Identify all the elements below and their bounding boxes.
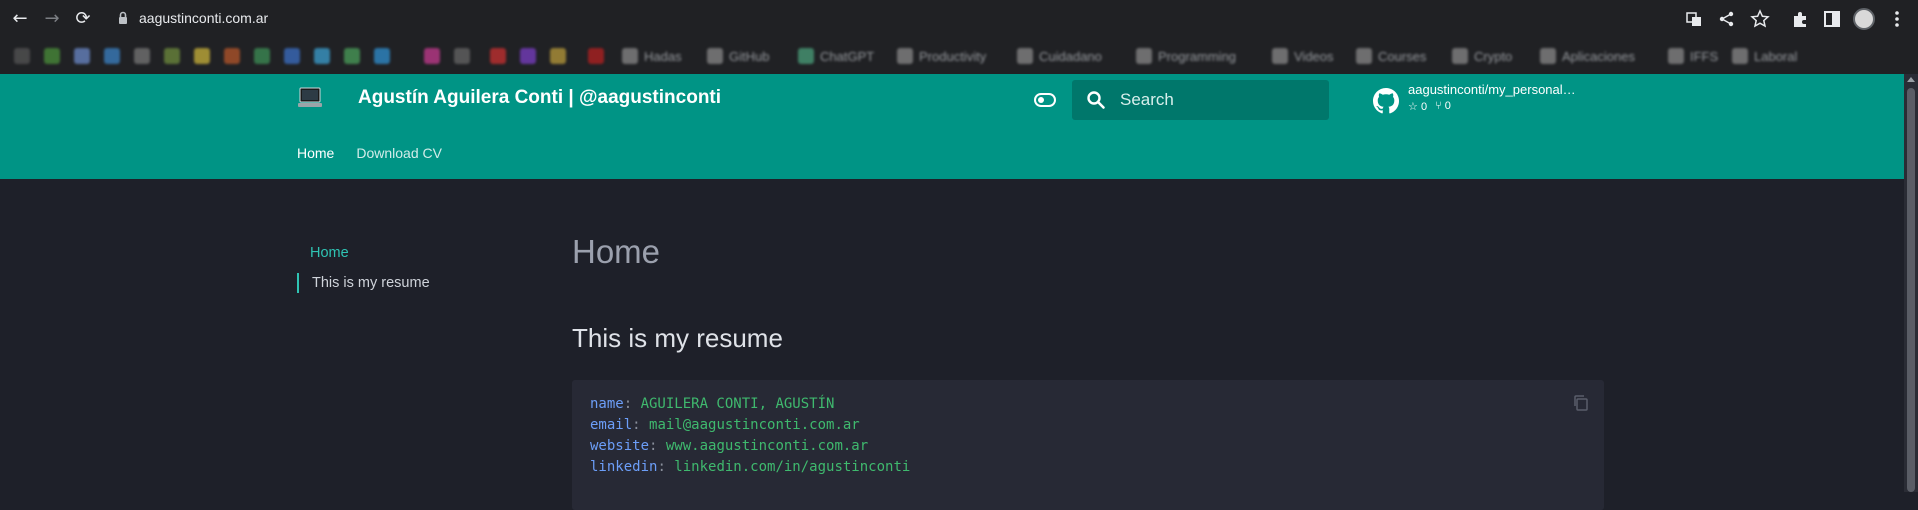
menu-icon[interactable] <box>1886 8 1908 30</box>
bookmark-icon[interactable] <box>14 47 30 65</box>
toc-item-home[interactable]: Home <box>297 238 430 268</box>
site-header: Agustín Aguilera Conti | @aagustinconti … <box>0 74 1904 179</box>
star-icon[interactable] <box>1749 8 1771 30</box>
bookmark-icon[interactable] <box>194 47 210 65</box>
bookmark-folder[interactable]: Productivity <box>897 47 986 65</box>
tab-download-cv[interactable]: Download CV <box>356 145 442 161</box>
avatar[interactable] <box>1853 8 1875 30</box>
table-of-contents: Home This is my resume <box>297 238 430 293</box>
scroll-thumb[interactable] <box>1907 88 1915 492</box>
browser-toolbar: ← → ⟳ aagustinconti.com.ar <box>0 0 1918 38</box>
code-value: www.aagustinconti.com.ar <box>665 438 869 454</box>
bookmark-icon[interactable] <box>224 47 240 65</box>
code-line: name: AGUILERA CONTI, AGUSTÍN <box>590 396 835 412</box>
star-icon: ☆ <box>1408 101 1418 113</box>
code-value: linkedin.com/in/agustinconti <box>674 459 911 475</box>
code-value: AGUILERA CONTI, AGUSTÍN <box>640 396 835 412</box>
scrollbar[interactable] <box>1904 74 1918 492</box>
forward-button[interactable]: → <box>40 7 64 31</box>
bookmark-icon[interactable] <box>550 47 566 65</box>
bookmark-folder[interactable]: GitHub <box>707 47 769 65</box>
bookmark-folder[interactable]: Crypto <box>1452 47 1512 65</box>
search-icon <box>1087 91 1105 109</box>
bookmark-icon[interactable] <box>520 47 536 65</box>
bookmark-icon[interactable] <box>314 47 330 65</box>
code-key: name <box>590 396 624 412</box>
laptop-icon[interactable] <box>297 85 323 111</box>
bookmark-icon[interactable] <box>344 47 360 65</box>
stars-count: ☆ 0 <box>1408 100 1427 113</box>
bookmark-icon[interactable] <box>134 47 150 65</box>
bookmark-icon[interactable] <box>490 47 506 65</box>
bookmark-icon[interactable] <box>164 47 180 65</box>
address-bar[interactable]: aagustinconti.com.ar <box>139 10 268 26</box>
code-line: website: www.aagustinconti.com.ar <box>590 438 869 454</box>
translate-icon[interactable] <box>1683 8 1705 30</box>
fork-icon: ⑂ <box>1435 100 1442 112</box>
bookmark-icon[interactable] <box>284 47 300 65</box>
code-block: name: AGUILERA CONTI, AGUSTÍN email: mai… <box>572 380 1604 510</box>
bookmark-folder[interactable]: Cuidadano <box>1017 47 1102 65</box>
bookmark-folder[interactable]: IFFS <box>1668 47 1718 65</box>
theme-toggle[interactable] <box>1034 93 1056 107</box>
toc-item-resume[interactable]: This is my resume <box>297 273 430 293</box>
bookmark-icon[interactable] <box>74 47 90 65</box>
bookmark-icon[interactable] <box>424 47 440 65</box>
reload-button[interactable]: ⟳ <box>71 7 95 31</box>
code-line: email: mail@aagustinconti.com.ar <box>590 417 860 433</box>
bookmark-folder[interactable]: Aplicaciones <box>1540 47 1635 65</box>
bookmark-icon[interactable] <box>374 47 390 65</box>
bookmark-icon[interactable] <box>588 47 604 65</box>
tab-home[interactable]: Home <box>297 145 334 161</box>
share-icon[interactable] <box>1716 8 1738 30</box>
sidepanel-icon[interactable] <box>1821 8 1843 30</box>
extensions-icon[interactable] <box>1789 8 1811 30</box>
bookmark-folder[interactable]: Laboral <box>1732 47 1797 65</box>
bookmark-folder[interactable]: Videos <box>1272 47 1334 65</box>
repo-name: aagustinconti/my_personal… <box>1408 82 1576 97</box>
code-line: linkedin: linkedin.com/in/agustinconti <box>590 459 911 475</box>
lock-icon[interactable] <box>118 11 128 25</box>
site-title[interactable]: Agustín Aguilera Conti | @aagustinconti <box>358 87 721 109</box>
bookmark-icon[interactable] <box>454 47 470 65</box>
copy-icon[interactable] <box>1572 394 1590 412</box>
repo-stats: ☆ 0 ⑂ 0 <box>1408 100 1451 113</box>
nav-tabs: Home Download CV <box>297 145 442 161</box>
stars-value: 0 <box>1420 101 1428 113</box>
bookmark-folder[interactable]: Hadas <box>622 47 682 65</box>
bookmark-folder[interactable]: Programming <box>1136 47 1236 65</box>
forks-count: ⑂ 0 <box>1435 100 1451 113</box>
forks-value: 0 <box>1444 100 1451 112</box>
page-title: Home <box>572 233 661 270</box>
code-key: email <box>590 417 633 433</box>
search-input[interactable] <box>1120 89 1320 111</box>
code-value: mail@aagustinconti.com.ar <box>649 417 860 433</box>
section-heading: This is my resume <box>572 323 783 353</box>
back-button[interactable]: ← <box>8 7 32 31</box>
bookmark-folder[interactable]: ChatGPT <box>798 47 874 65</box>
bookmark-icon[interactable] <box>44 47 60 65</box>
code-key: website <box>590 438 650 454</box>
code-key: linkedin <box>590 459 658 475</box>
bookmark-icon[interactable] <box>254 47 270 65</box>
bookmarks-bar: Hadas GitHub ChatGPT Productivity Cuidad… <box>0 38 1918 74</box>
search-box[interactable] <box>1072 80 1329 120</box>
scroll-up-arrow[interactable] <box>1907 77 1915 82</box>
github-icon <box>1373 88 1399 114</box>
browser-chrome: ← → ⟳ aagustinconti.com.ar Hadas GitHub … <box>0 0 1918 74</box>
bookmark-folder[interactable]: Courses <box>1356 47 1426 65</box>
bookmark-icon[interactable] <box>104 47 120 65</box>
